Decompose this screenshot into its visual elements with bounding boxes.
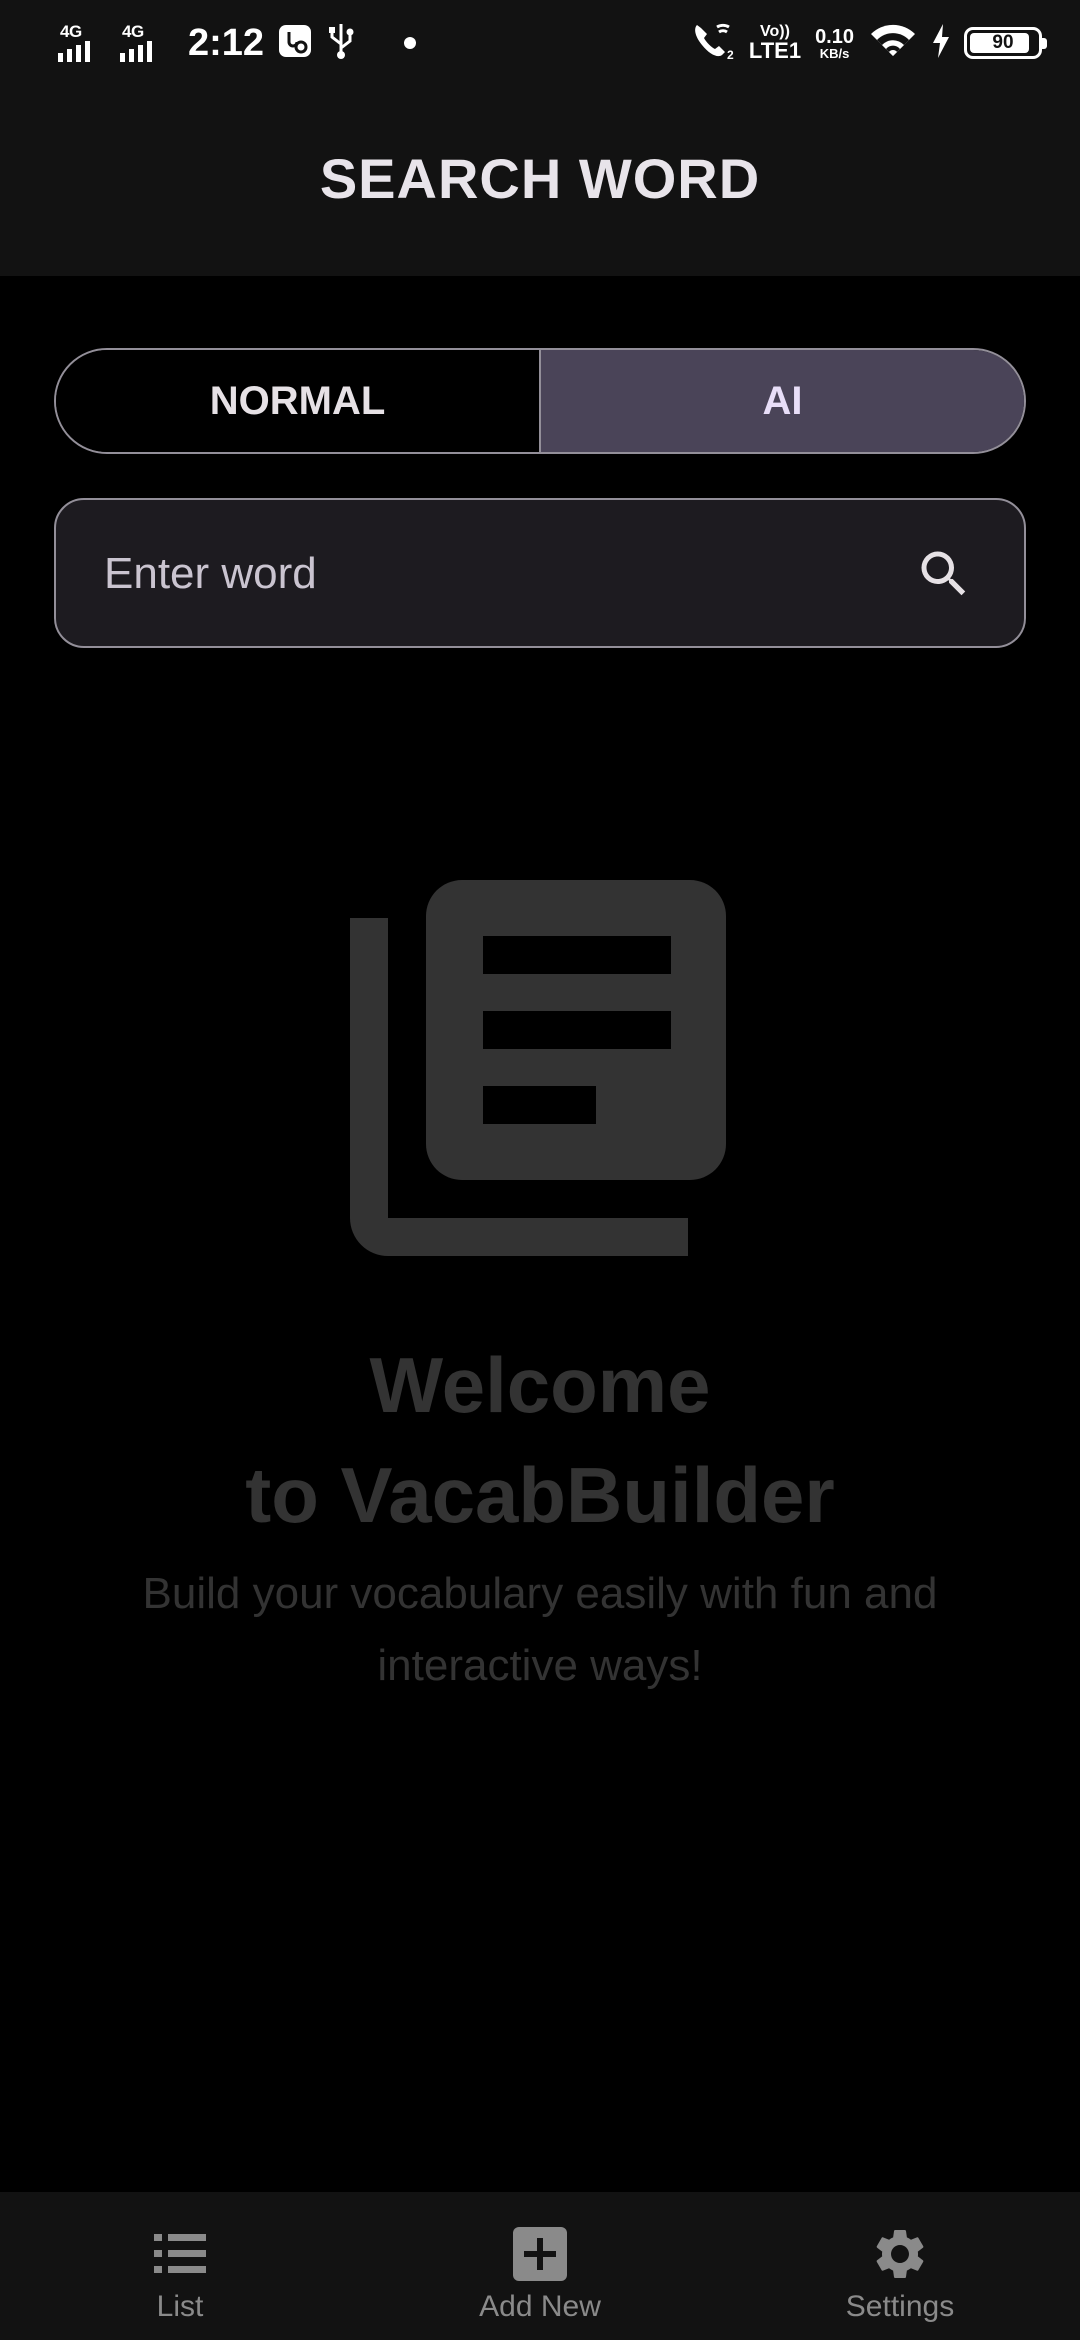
- page-title: SEARCH WORD: [319, 147, 761, 210]
- battery-icon: 90: [964, 27, 1047, 59]
- mode-normal-button[interactable]: NORMAL: [56, 350, 541, 452]
- welcome-subtitle: Build your vocabulary easily with fun an…: [142, 1569, 938, 1690]
- welcome-title-line1: Welcome: [369, 1341, 711, 1429]
- usb-icon: [326, 22, 356, 65]
- wifi-icon: [868, 22, 918, 65]
- search-field: [54, 498, 1026, 648]
- welcome-title: Welcome to VacabBuilder: [0, 1330, 1080, 1550]
- nav-item-settings[interactable]: Settings: [720, 2192, 1080, 2340]
- status-bar-left: 4G 4G 2:12: [58, 18, 417, 68]
- signal-strength-icon: 4G: [120, 22, 172, 64]
- nav-item-add-new[interactable]: Add New: [360, 2192, 720, 2340]
- network-speed-value: 0.10: [815, 25, 854, 48]
- status-bar-right: 2 Vo)) LTE1 0.10 KB/s 90: [691, 18, 1047, 68]
- battery-level: 90: [992, 32, 1014, 53]
- status-time: 2:12: [188, 21, 265, 64]
- network-type-label: 4G: [122, 22, 144, 41]
- settings-icon: [870, 2224, 930, 2284]
- bottom-navigation: List Add New Settings: [0, 2192, 1080, 2340]
- library-books-icon: [350, 880, 730, 1260]
- nav-label-list: List: [156, 2290, 204, 2323]
- notification-dot-icon: [404, 37, 417, 49]
- nav-item-list[interactable]: List: [0, 2192, 360, 2340]
- welcome-title-line2: to VacabBuilder: [245, 1451, 835, 1539]
- signal-strength-icon: 4G: [58, 22, 110, 64]
- search-mode-toggle: NORMAL AI: [54, 348, 1026, 454]
- app-header: SEARCH WORD: [0, 84, 1080, 276]
- mode-ai-button[interactable]: AI: [541, 350, 1024, 452]
- list-icon: [150, 2224, 210, 2284]
- status-bar: 4G 4G 2:12 2 Vo)) LTE1 0.10 KB/s 90: [0, 0, 1080, 84]
- search-icon[interactable]: [914, 544, 974, 604]
- volte-indicator: Vo)) LTE1: [749, 24, 801, 62]
- usb-settings-icon: [278, 24, 312, 63]
- add-box-icon: [510, 2224, 570, 2284]
- nav-label-add-new: Add New: [479, 2290, 601, 2323]
- lte-label: LTE1: [748, 38, 802, 63]
- network-speed: 0.10 KB/s: [815, 27, 854, 60]
- charging-icon: [932, 23, 950, 63]
- wifi-calling-icon: 2: [691, 21, 735, 66]
- svg-text:2: 2: [727, 48, 734, 61]
- search-input[interactable]: [102, 500, 886, 648]
- nav-label-settings: Settings: [845, 2290, 955, 2323]
- network-speed-unit: KB/s: [819, 45, 850, 61]
- network-type-label: 4G: [60, 22, 82, 41]
